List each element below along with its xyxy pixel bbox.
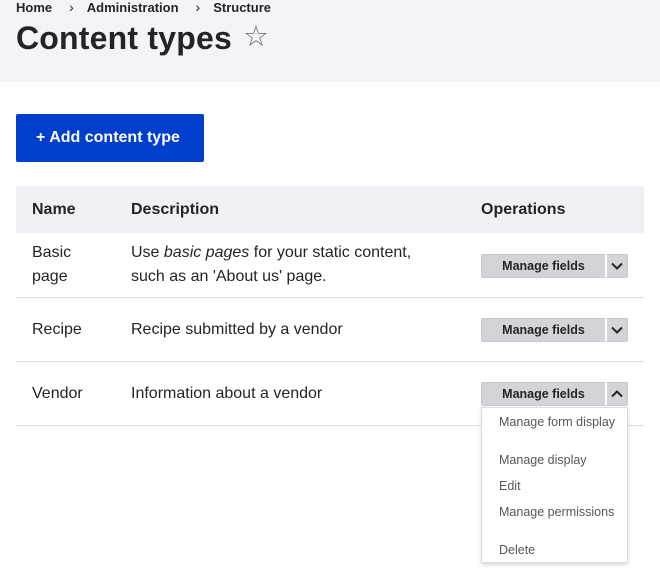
dropbutton-toggle[interactable] <box>605 382 628 406</box>
menu-item-manage-display[interactable]: Manage display <box>499 454 619 467</box>
page-header: Home › Administration › Structure Conten… <box>0 0 660 82</box>
content-type-name: Recipe <box>32 321 82 338</box>
content-type-name: Basic page <box>32 244 72 285</box>
table-header: Name Description Operations <box>16 186 644 233</box>
content-type-description: Information about a vendor <box>131 385 323 402</box>
description-emphasis: basic pages <box>163 244 250 261</box>
content-types-table: Name Description Operations Basic page U… <box>16 186 644 426</box>
operations-dropdown-menu: Manage form display Manage display Edit … <box>481 407 628 563</box>
manage-fields-button[interactable]: Manage fields <box>481 382 605 406</box>
add-content-type-button[interactable]: + Add content type <box>16 114 204 162</box>
menu-item-delete[interactable]: Delete <box>499 544 619 557</box>
menu-item-manage-form-display[interactable]: Manage form display <box>499 416 619 429</box>
operations-dropbutton: Manage fields <box>481 382 628 406</box>
breadcrumb: Home › Administration › Structure <box>16 0 271 15</box>
content-type-description: Use basic pages for your static content,… <box>131 241 441 289</box>
column-header-description: Description <box>131 201 220 218</box>
manage-fields-button[interactable]: Manage fields <box>481 254 605 278</box>
breadcrumb-home[interactable]: Home <box>16 0 52 15</box>
description-text: Use <box>131 244 164 261</box>
chevron-right-icon: › <box>69 0 74 15</box>
column-header-name: Name <box>32 201 76 218</box>
chevron-up-icon <box>611 390 623 398</box>
dropbutton-toggle[interactable] <box>605 318 628 342</box>
manage-fields-button[interactable]: Manage fields <box>481 318 605 342</box>
menu-item-edit[interactable]: Edit <box>499 480 619 493</box>
chevron-down-icon <box>611 326 623 334</box>
operations-dropbutton: Manage fields <box>481 318 628 342</box>
table-row: Basic page Use basic pages for your stat… <box>16 233 644 298</box>
content-type-description: Recipe submitted by a vendor <box>131 321 343 338</box>
content-type-name: Vendor <box>32 385 83 402</box>
breadcrumb-structure[interactable]: Structure <box>213 0 271 15</box>
chevron-down-icon <box>611 262 623 270</box>
operations-dropbutton: Manage fields <box>481 254 628 278</box>
page-title: Content types <box>16 20 232 56</box>
dropbutton-toggle[interactable] <box>605 254 628 278</box>
breadcrumb-administration[interactable]: Administration <box>87 0 179 15</box>
column-header-operations: Operations <box>481 201 566 218</box>
table-row: Recipe Recipe submitted by a vendor Mana… <box>16 298 644 362</box>
chevron-right-icon: › <box>195 0 201 15</box>
menu-item-manage-permissions[interactable]: Manage permissions <box>499 506 619 519</box>
star-outline-icon[interactable]: ☆ <box>243 19 269 55</box>
